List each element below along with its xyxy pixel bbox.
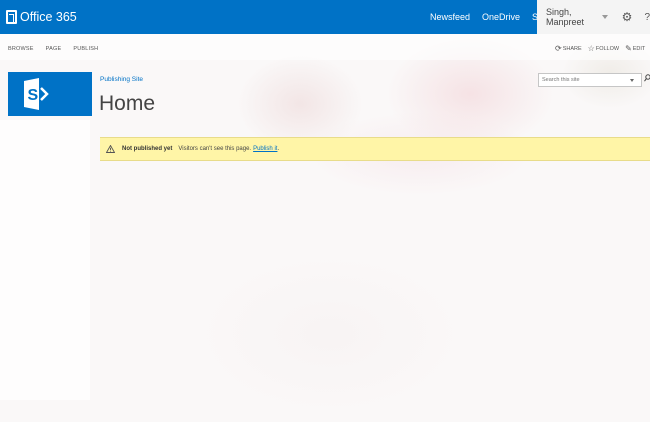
search-icon[interactable]: [644, 74, 650, 82]
follow-label: FOLLOW: [595, 45, 620, 52]
publish-it-link[interactable]: Publish it: [253, 146, 277, 152]
suite-nav-onedrive[interactable]: OneDrive: [476, 0, 526, 34]
status-title: Not published yet: [122, 146, 173, 152]
chevron-down-icon[interactable]: [601, 15, 608, 19]
share-label: SHARE: [562, 45, 582, 52]
tab-page[interactable]: PAGE: [46, 34, 62, 60]
share-button[interactable]: ⟳ SHARE: [555, 43, 582, 53]
help-icon[interactable]: ?: [644, 12, 650, 23]
breadcrumb-site-link[interactable]: Publishing Site: [100, 76, 143, 83]
user-menu[interactable]: Singh, Manpreet ⚙ ?: [537, 0, 650, 34]
follow-button[interactable]: ☆ FOLLOW: [587, 43, 620, 53]
status-period: .: [277, 146, 280, 152]
search-input[interactable]: [539, 77, 627, 83]
sharepoint-logo-icon: S: [24, 78, 49, 110]
background-image: [0, 34, 650, 422]
search-scope-dropdown-icon[interactable]: [630, 78, 634, 82]
edit-pencil-icon: ✎: [625, 43, 632, 53]
follow-star-icon: ☆: [587, 43, 595, 53]
gear-icon[interactable]: ⚙: [622, 11, 633, 23]
office365-brand[interactable]: Office 365: [6, 9, 77, 25]
tab-browse[interactable]: BROWSE: [8, 34, 34, 60]
ribbon-tabs: BROWSE PAGE PUBLISH: [8, 34, 110, 60]
search-box[interactable]: [538, 73, 642, 87]
brand-label: Office 365: [20, 10, 77, 24]
svg-text:S: S: [28, 87, 39, 104]
suite-bar: Office 365 Newsfeed OneDrive Sites Singh…: [0, 0, 650, 34]
status-bar-not-published: Not published yet Visitors can't see thi…: [100, 137, 650, 161]
page-title: Home: [99, 92, 156, 115]
user-name[interactable]: Singh, Manpreet: [546, 7, 593, 27]
status-text: Visitors can't see this page.: [178, 146, 252, 152]
share-icon: ⟳: [555, 43, 562, 53]
suite-nav-newsfeed[interactable]: Newsfeed: [424, 0, 476, 34]
ribbon: BROWSE PAGE PUBLISH ⟳ SHARE ☆ FOLLOW ✎ E…: [0, 34, 650, 60]
tab-publish[interactable]: PUBLISH: [73, 34, 98, 60]
ribbon-actions: ⟳ SHARE ☆ FOLLOW ✎ EDIT: [555, 34, 650, 60]
warning-icon: [106, 145, 115, 153]
edit-label: EDIT: [632, 45, 646, 52]
edit-button[interactable]: ✎ EDIT: [625, 43, 646, 53]
office-logo-icon: [6, 10, 17, 24]
left-navigation: [0, 120, 90, 400]
site-logo[interactable]: S: [8, 72, 92, 116]
